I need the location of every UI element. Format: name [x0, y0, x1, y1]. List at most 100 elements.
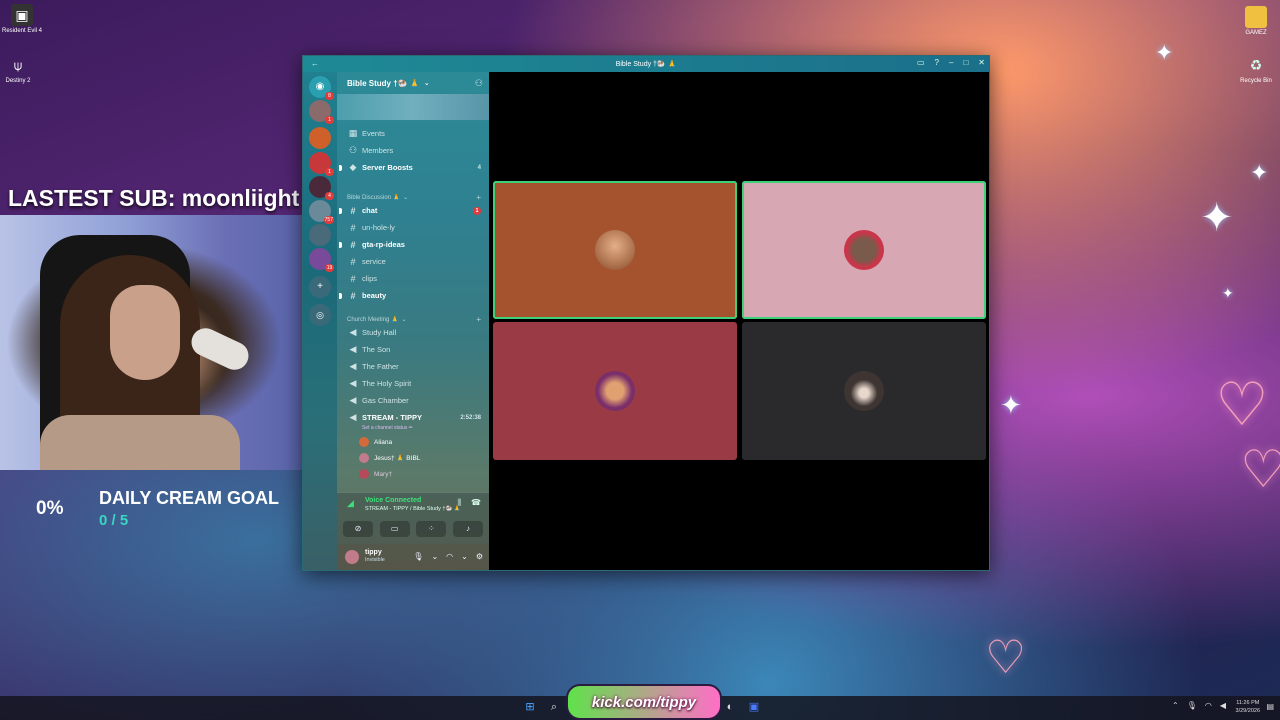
- sidebar-item-events[interactable]: ▦ Events: [337, 126, 489, 141]
- channel-chat[interactable]: # chat 1: [337, 203, 489, 218]
- soundboard-button[interactable]: ♪: [452, 521, 483, 537]
- voice-channel-stream-tippy[interactable]: ◀ STREAM - TIPPY 2:52:38: [337, 410, 489, 425]
- voice-channel-gas-chamber[interactable]: ◀ Gas Chamber: [337, 393, 489, 408]
- avatar: [595, 371, 635, 411]
- hash-icon: #: [350, 222, 356, 233]
- wifi-icon[interactable]: ◠: [1205, 701, 1212, 710]
- avatar: [595, 230, 635, 270]
- avatar: [359, 437, 369, 447]
- channel-clips[interactable]: # clips: [337, 271, 489, 286]
- app-icon[interactable]: ◐: [722, 699, 738, 715]
- voice-channel-the-son[interactable]: ◀ The Son: [337, 342, 489, 357]
- mention-badge: 1: [473, 206, 481, 215]
- sidebar-item-server-boosts[interactable]: ◆ Server Boosts 4: [337, 160, 489, 175]
- unread-dot: [339, 292, 342, 299]
- notification-icon[interactable]: ▤: [1266, 702, 1274, 711]
- video-tile[interactable]: [493, 322, 737, 460]
- voice-channel-study-hall[interactable]: ◀ Study Hall: [337, 325, 489, 340]
- screen-share-button[interactable]: ▭: [379, 521, 410, 537]
- destiny-icon: ⍦: [13, 56, 23, 73]
- headphones-icon[interactable]: ◠: [446, 552, 453, 561]
- streamer-face: [110, 285, 180, 380]
- server-name: Bible Study †🐏 🙏: [347, 78, 420, 88]
- video-tile[interactable]: [742, 322, 986, 460]
- heart-icon: ♡: [1215, 371, 1269, 438]
- microphone-icon[interactable]: 🎙: [413, 552, 423, 561]
- voice-user-aliana[interactable]: Aliana: [359, 435, 392, 449]
- noise-suppression-icon[interactable]: ⫼: [457, 498, 461, 508]
- microphone-icon[interactable]: 🎙: [1187, 701, 1197, 710]
- server-icon[interactable]: [309, 224, 331, 246]
- kick-url-overlay: kick.com/tippy: [566, 684, 722, 720]
- desktop-icon-destiny[interactable]: ⍦ Destiny 2: [0, 54, 40, 85]
- add-channel-icon[interactable]: +: [476, 315, 481, 324]
- video-tile[interactable]: [493, 181, 737, 319]
- add-server-icon[interactable]: +: [309, 276, 331, 298]
- desktop-icon-gamez[interactable]: GAMEZ: [1234, 6, 1278, 36]
- back-arrow-icon[interactable]: ←: [311, 59, 319, 68]
- server-icon[interactable]: 1: [309, 100, 334, 124]
- volume-icon[interactable]: ◀: [1220, 701, 1226, 710]
- server-icon[interactable]: 4: [309, 176, 334, 200]
- windows-start-icon[interactable]: ⊞: [522, 699, 538, 715]
- channel-gta-rp-ideas[interactable]: # gta-rp-ideas: [337, 237, 489, 252]
- boost-count: 4: [477, 164, 481, 171]
- window-titlebar[interactable]: ← Bible Study †🐏 🙏 ▭ ? – □ ✕: [303, 56, 989, 72]
- close-button[interactable]: ✕: [978, 58, 985, 67]
- server-header[interactable]: Bible Study †🐏 🙏 ⌄ ⚇: [337, 72, 489, 94]
- voice-user-mary[interactable]: Mary†: [359, 467, 392, 481]
- channel-un-hole-ly[interactable]: # un-hole-ly: [337, 220, 489, 235]
- desktop-icon-recycle-bin[interactable]: ♻ Recycle Bin: [1234, 54, 1278, 85]
- add-channel-icon[interactable]: +: [476, 193, 481, 202]
- help-icon[interactable]: ?: [935, 58, 939, 67]
- voice-channel-the-father[interactable]: ◀ The Father: [337, 359, 489, 374]
- server-icon[interactable]: 757: [309, 200, 334, 224]
- webcam-feed: [0, 215, 320, 470]
- username: tippy: [365, 549, 382, 556]
- server-icon[interactable]: 1: [309, 152, 334, 176]
- category-church-meeting[interactable]: Church Meeting 🙏 ⌄ +: [337, 313, 489, 325]
- search-icon[interactable]: ⌕: [546, 699, 562, 715]
- camera-off-button[interactable]: ⊘: [343, 521, 373, 537]
- avatar[interactable]: [345, 550, 359, 564]
- speaker-icon: ◀: [349, 412, 357, 422]
- channel-beauty[interactable]: # beauty: [337, 288, 489, 303]
- voice-user-jesus[interactable]: Jesus† 🙏 BIBL: [359, 451, 420, 465]
- chevron-down-icon[interactable]: ⌄: [431, 552, 438, 561]
- sidebar-item-members[interactable]: ⚇ Members: [337, 143, 489, 158]
- voice-connected-channel[interactable]: STREAM - TIPPY / Bible Study †🐏 🙏: [365, 506, 461, 512]
- speaker-icon: ◀: [349, 344, 357, 354]
- voice-channel-the-holy-spirit[interactable]: ◀ The Holy Spirit: [337, 376, 489, 391]
- channel-service[interactable]: # service: [337, 254, 489, 269]
- goal-count: 0 / 5: [99, 512, 129, 529]
- channel-status[interactable]: Set a channel status ✏: [362, 425, 413, 431]
- maximize-button[interactable]: □: [963, 58, 968, 67]
- category-bible-discussion[interactable]: Bible Discussion 🙏 ⌄ +: [337, 191, 489, 203]
- discord-home-icon[interactable]: ◉ 8: [309, 76, 334, 100]
- hash-icon: #: [350, 239, 356, 250]
- gear-icon[interactable]: ⚙: [476, 552, 483, 561]
- channel-sidebar: Bible Study †🐏 🙏 ⌄ ⚇ ▦ Events ⚇ Members ◆ S…: [337, 72, 489, 570]
- minimize-button[interactable]: –: [949, 58, 953, 67]
- chevron-down-icon[interactable]: ⌄: [461, 552, 468, 561]
- video-tile[interactable]: [742, 181, 986, 319]
- signal-icon[interactable]: ◢: [347, 498, 354, 509]
- inbox-icon[interactable]: ▭: [917, 58, 925, 67]
- activities-button[interactable]: ⁘: [416, 521, 447, 537]
- add-member-icon[interactable]: ⚇: [475, 78, 483, 89]
- disconnect-icon[interactable]: ☎: [471, 498, 481, 508]
- server-icon[interactable]: [309, 127, 331, 149]
- hash-icon: #: [350, 273, 356, 284]
- desktop-icon-resident-evil[interactable]: ▣ Resident Evil 4: [0, 4, 44, 34]
- discord-window: ← Bible Study †🐏 🙏 ▭ ? – □ ✕ ◉ 8 1 1 4 75…: [302, 55, 990, 571]
- voice-timer: 2:52:38: [460, 414, 481, 421]
- speaker-icon: ◀: [349, 378, 357, 388]
- server-icon[interactable]: 19: [309, 248, 334, 272]
- explore-icon[interactable]: ◎: [309, 304, 331, 326]
- chevron-up-icon[interactable]: ⌃: [1172, 701, 1179, 710]
- window-title: Bible Study †🐏 🙏: [615, 61, 677, 68]
- app-icon[interactable]: ▣: [746, 699, 762, 715]
- system-clock[interactable]: 11:26 PM 3/29/2026: [1236, 699, 1260, 715]
- clock-date: 3/29/2026: [1235, 708, 1260, 714]
- unread-dot: [339, 241, 342, 248]
